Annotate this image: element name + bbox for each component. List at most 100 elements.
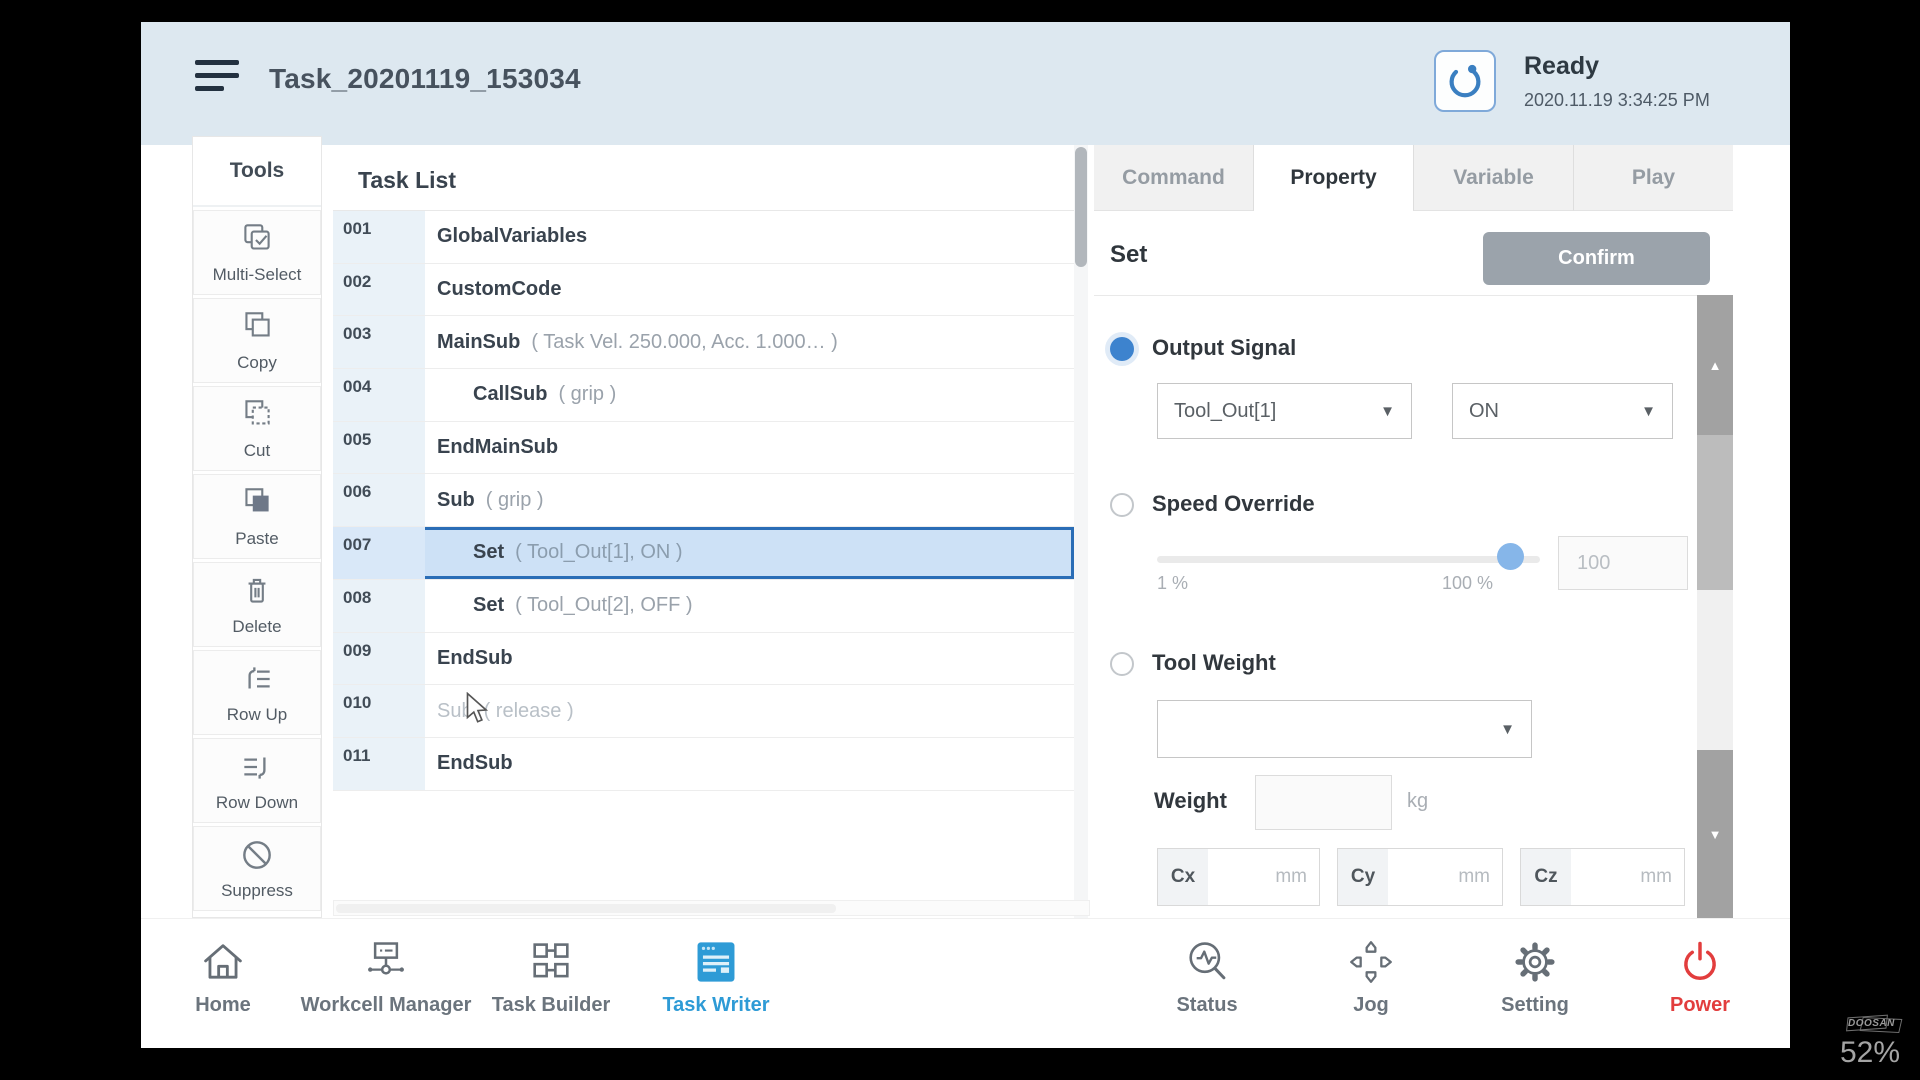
app-header: Task_20201119_153034 Ready 2020.11.19 3:… — [141, 22, 1790, 145]
row-command: CallSub — [473, 383, 547, 406]
robot-icon — [1443, 57, 1487, 106]
property-panel: CommandPropertyVariablePlay Set Confirm … — [1094, 145, 1733, 940]
cut-icon — [238, 396, 276, 439]
task-row-008[interactable]: 008 Set ( Tool_Out[2], OFF ) — [333, 580, 1074, 633]
task-list-vertical-scrollbar[interactable] — [1074, 145, 1088, 918]
coord-unit: mm — [1275, 866, 1319, 888]
tool-row-down-button[interactable]: Row Down — [193, 738, 321, 823]
task-title: Task_20201119_153034 — [269, 63, 581, 95]
task-row-003[interactable]: 003MainSub( Task Vel. 250.000, Acc. 1.00… — [333, 316, 1074, 369]
scroll-down-button[interactable]: ▼ — [1697, 750, 1733, 918]
tool-label: Row Down — [216, 793, 298, 813]
tab-play[interactable]: Play — [1573, 145, 1733, 211]
task-list-hscroll-thumb[interactable] — [336, 904, 836, 913]
task-row-004[interactable]: 004CallSub( grip ) — [333, 369, 1074, 422]
row-number: 009 — [333, 633, 425, 685]
tools-panel: Tools Multi-Select CopyCut Paste Delete Row … — [192, 136, 322, 918]
tab-property[interactable]: Property — [1253, 145, 1413, 211]
row-command: CustomCode — [437, 278, 561, 301]
nav-item-task-writer[interactable]: Task Writer — [616, 937, 816, 1017]
weight-field-label: Weight — [1154, 788, 1227, 814]
cy-input[interactable]: Cymm — [1337, 848, 1503, 906]
task-row-list: 001GlobalVariables002CustomCode003MainSu… — [333, 210, 1074, 791]
home-icon — [198, 974, 248, 991]
coord-label: Cy — [1338, 849, 1388, 905]
row-command: Set — [473, 594, 504, 617]
tool-label: Row Up — [227, 705, 287, 725]
tool-select-dropdown[interactable]: ▼ — [1157, 700, 1532, 758]
row-down-icon — [238, 748, 276, 791]
tool-label: Multi-Select — [213, 265, 302, 285]
scroll-up-button[interactable]: ▲ — [1697, 295, 1733, 435]
copy-icon — [238, 308, 276, 351]
row-number: 006 — [333, 474, 425, 526]
task-row-007[interactable]: 007Set( Tool_Out[1], ON ) — [333, 527, 1074, 580]
task-list-horizontal-scrollbar[interactable] — [333, 900, 1090, 916]
task-row-001[interactable]: 001GlobalVariables — [333, 211, 1074, 264]
row-number: 008 — [333, 580, 425, 632]
tool-suppress-button[interactable]: Suppress — [193, 826, 321, 911]
scrollbar-thumb[interactable] — [1697, 435, 1733, 590]
speed-value-input[interactable]: 100 — [1558, 536, 1688, 590]
task-row-002[interactable]: 002CustomCode — [333, 264, 1074, 317]
property-panel-scrollbar[interactable]: ▲ ▼ — [1697, 295, 1733, 918]
speed-slider-track[interactable] — [1157, 556, 1540, 563]
cog-coordinate-fields: Cx mm Cymm Czmm — [1157, 848, 1697, 906]
row-command: Set — [473, 541, 504, 564]
tool-paste-button[interactable]: Paste — [193, 474, 321, 559]
signal-select-dropdown[interactable]: Tool_Out[1] ▼ — [1157, 383, 1412, 439]
power-icon — [1675, 974, 1725, 991]
suppress-icon — [238, 836, 276, 879]
tool-cut-button[interactable]: Cut — [193, 386, 321, 471]
task-row-010[interactable]: 010Sub( release ) — [333, 685, 1074, 738]
task-row-009[interactable]: 009 EndSub — [333, 633, 1074, 686]
task-list-scroll-thumb[interactable] — [1075, 147, 1087, 267]
row-parameters: ( Tool_Out[2], OFF ) — [515, 594, 692, 617]
teach-pendant-screen: Task_20201119_153034 Ready 2020.11.19 3:… — [0, 0, 1920, 1080]
tab-command[interactable]: Command — [1094, 145, 1253, 211]
row-command: GlobalVariables — [437, 225, 587, 248]
tool-weight-label: Tool Weight — [1152, 650, 1276, 676]
delete-icon — [238, 572, 276, 615]
tool-row-up-button[interactable]: Row Up — [193, 650, 321, 735]
workcell-manager-icon — [361, 974, 411, 991]
tool-weight-radio[interactable] — [1110, 652, 1134, 676]
confirm-button[interactable]: Confirm — [1483, 232, 1710, 285]
coord-label: Cx — [1158, 849, 1208, 905]
cx-input[interactable]: Cx mm — [1157, 848, 1320, 906]
row-command: EndSub — [437, 647, 513, 670]
tools-panel-title: Tools — [193, 137, 321, 207]
row-command: Sub — [437, 700, 473, 723]
tool-multi-select-button[interactable]: Multi-Select — [193, 210, 321, 295]
cz-input[interactable]: Czmm — [1520, 848, 1685, 906]
scroll-up-icon: ▲ — [1709, 358, 1722, 373]
tool-delete-button[interactable]: Delete — [193, 562, 321, 647]
nav-item-power[interactable]: Power — [1600, 937, 1800, 1017]
tab-variable[interactable]: Variable — [1413, 145, 1573, 211]
chevron-down-icon: ▼ — [1380, 403, 1395, 420]
row-up-icon — [238, 660, 276, 703]
row-parameters: ( Task Vel. 250.000, Acc. 1.000… ) — [531, 331, 837, 354]
speed-slider-thumb[interactable] — [1497, 543, 1524, 570]
signal-state-dropdown[interactable]: ON ▼ — [1452, 383, 1673, 439]
paste-icon — [238, 484, 276, 527]
tool-label: Suppress — [221, 881, 293, 901]
tool-label: Paste — [235, 529, 278, 549]
task-list-panel: Task List 001GlobalVariables002CustomCod… — [333, 145, 1090, 918]
command-name-heading: Set — [1110, 241, 1147, 269]
task-row-011[interactable]: 011EndSub — [333, 738, 1074, 791]
nav-label: Power — [1600, 994, 1800, 1017]
hamburger-menu-icon[interactable] — [195, 60, 241, 100]
output-signal-radio[interactable] — [1110, 337, 1134, 361]
task-row-006[interactable]: 006Sub( grip ) — [333, 474, 1074, 527]
row-command: EndMainSub — [437, 436, 558, 459]
doosan-logo: DOOSAN — [1845, 1012, 1907, 1036]
slider-min-label: 1 % — [1157, 573, 1188, 594]
tool-copy-button[interactable]: Copy — [193, 298, 321, 383]
task-row-005[interactable]: 005EndMainSub — [333, 422, 1074, 475]
setting-icon — [1510, 974, 1560, 991]
speed-override-radio[interactable] — [1110, 493, 1134, 517]
weight-input[interactable] — [1255, 775, 1392, 830]
robot-status-button[interactable] — [1434, 50, 1496, 112]
row-number: 011 — [333, 738, 425, 790]
